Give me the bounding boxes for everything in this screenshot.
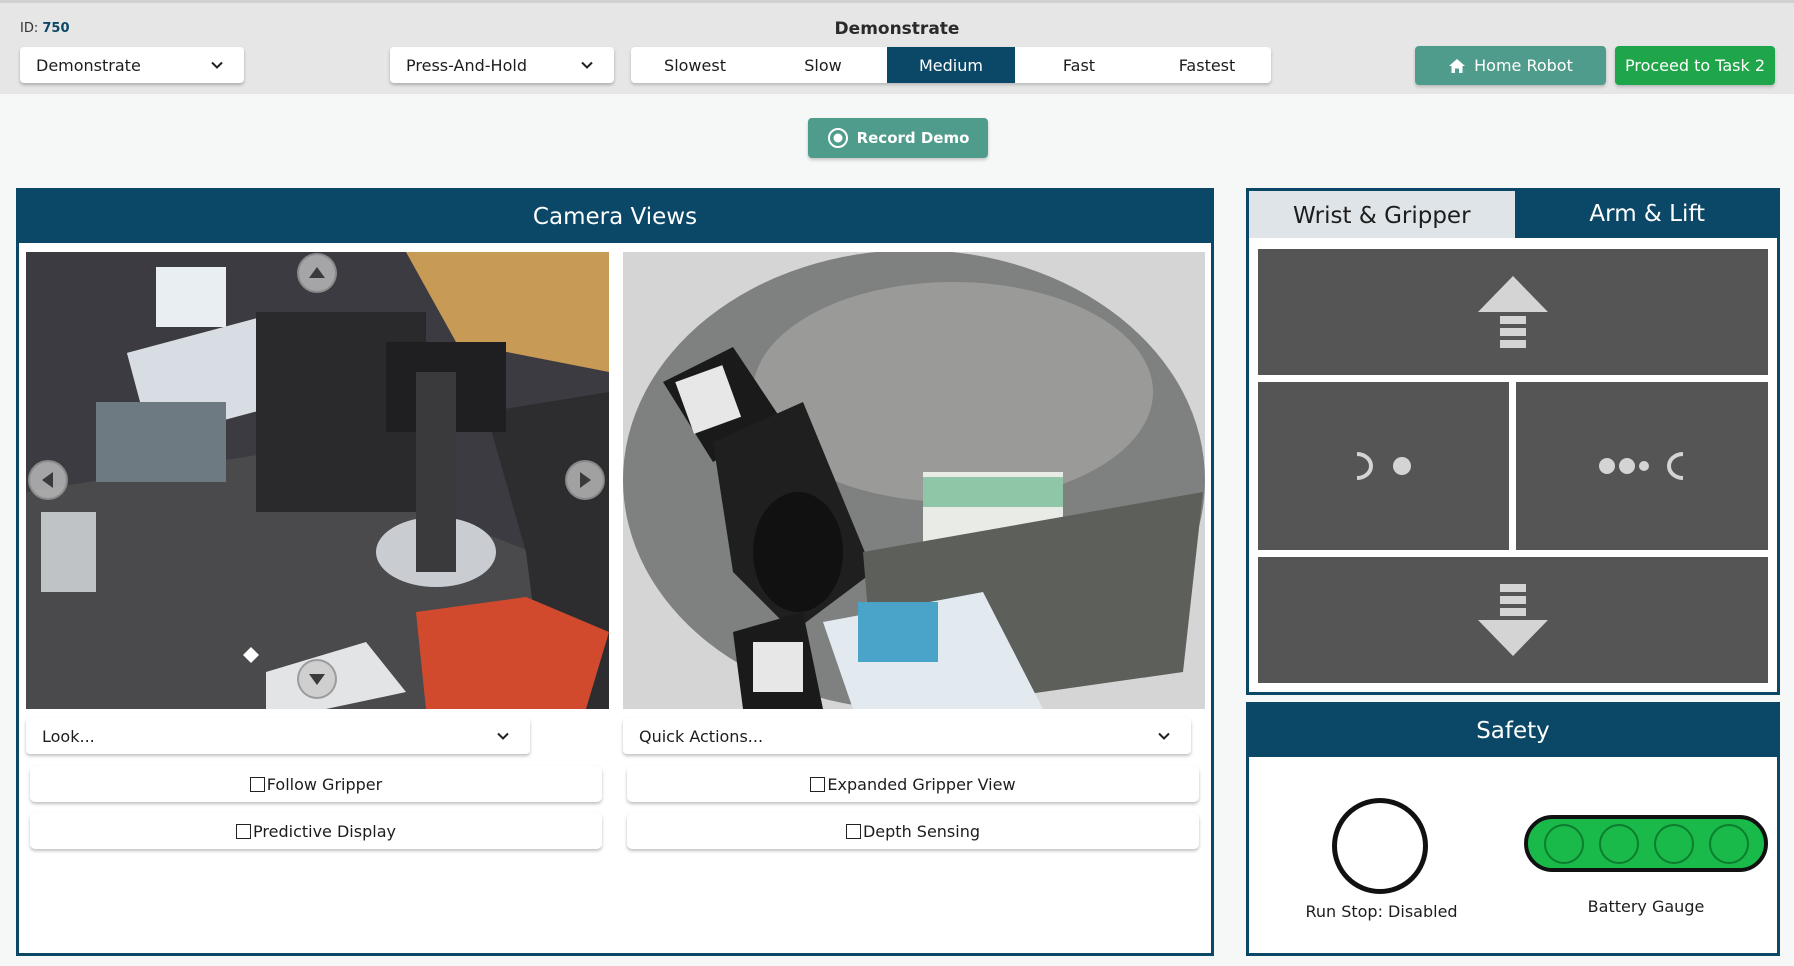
camera-pan-left-button[interactable] — [28, 460, 68, 500]
battery-cell — [1653, 823, 1694, 864]
speed-selector: Slowest Slow Medium Fast Fastest — [631, 47, 1271, 83]
triangle-right-icon — [580, 472, 591, 488]
record-demo-button[interactable]: Record Demo — [808, 118, 988, 158]
look-dropdown[interactable]: Look... — [26, 718, 530, 754]
arm-lift-panel — [1246, 238, 1780, 695]
control-mode-value: Press-And-Hold — [406, 55, 527, 75]
checkbox-icon — [810, 776, 826, 792]
proceed-button[interactable]: Proceed to Task 2 — [1615, 46, 1775, 85]
speed-fast-button[interactable]: Fast — [1015, 47, 1143, 83]
lift-up-button[interactable] — [1258, 249, 1768, 375]
navigation-camera-view[interactable] — [26, 252, 609, 709]
control-mode-dropdown[interactable]: Press-And-Hold — [390, 47, 614, 83]
home-robot-label: Home Robot — [1474, 56, 1573, 75]
battery-cell — [1598, 823, 1639, 864]
arm-extend-icon — [1599, 452, 1684, 480]
arm-retract-button[interactable] — [1258, 382, 1509, 550]
checkbox-icon — [249, 776, 265, 792]
triangle-up-icon — [309, 267, 325, 278]
run-stop-button[interactable] — [1332, 798, 1428, 894]
quick-actions-dropdown[interactable]: Quick Actions... — [623, 718, 1191, 754]
arrow-down-icon — [1478, 584, 1548, 656]
arm-extend-button[interactable] — [1516, 382, 1768, 550]
checkbox-icon — [236, 823, 252, 839]
follow-gripper-toggle[interactable]: Follow Gripper — [30, 766, 602, 802]
navigation-camera-image — [26, 252, 609, 709]
expanded-gripper-view-toggle[interactable]: Expanded Gripper View — [627, 766, 1199, 802]
chevron-down-icon — [581, 61, 593, 69]
camera-pan-up-button[interactable] — [297, 253, 337, 293]
triangle-left-icon — [42, 472, 53, 488]
safety-panel: Safety Run Stop: Disabled Battery Gauge — [1246, 702, 1780, 956]
camera-pan-down-button[interactable] — [297, 659, 337, 699]
record-demo-label: Record Demo — [856, 129, 970, 147]
page-title: Demonstrate — [834, 19, 960, 39]
chevron-down-icon — [211, 61, 223, 69]
triangle-down-icon — [309, 674, 325, 685]
lift-down-button[interactable] — [1258, 557, 1768, 683]
speed-slow-button[interactable]: Slow — [759, 47, 887, 83]
speed-fastest-button[interactable]: Fastest — [1143, 47, 1271, 83]
camera-views-panel: Camera Views Look... Quick Actions... Fo… — [16, 188, 1214, 956]
gripper-camera-image — [623, 252, 1205, 709]
follow-gripper-label: Follow Gripper — [266, 774, 383, 794]
run-stop-label: Run Stop: Disabled — [1305, 902, 1458, 921]
checkbox-icon — [845, 823, 861, 839]
battery-gauge — [1524, 815, 1768, 872]
battery-gauge-label: Battery Gauge — [1587, 897, 1705, 916]
predictive-display-label: Predictive Display — [253, 821, 396, 841]
tab-wrist-gripper[interactable]: Wrist & Gripper — [1246, 188, 1515, 240]
arrow-up-icon — [1478, 276, 1548, 348]
safety-title: Safety — [1249, 705, 1777, 757]
depth-sensing-toggle[interactable]: Depth Sensing — [627, 813, 1199, 849]
depth-sensing-label: Depth Sensing — [862, 821, 981, 841]
tab-arm-lift[interactable]: Arm & Lift — [1514, 188, 1780, 240]
mode-dropdown-value: Demonstrate — [36, 55, 141, 75]
top-bar: ID: 750 Demonstrate Demonstrate Press-An… — [0, 0, 1794, 94]
chevron-down-icon — [1158, 732, 1170, 740]
speed-medium-button[interactable]: Medium — [887, 47, 1015, 83]
arm-control-tabs: Wrist & Gripper Arm & Lift — [1246, 188, 1780, 240]
battery-cell — [1543, 823, 1584, 864]
chevron-down-icon — [497, 732, 509, 740]
gripper-camera-view[interactable] — [623, 252, 1205, 709]
look-dropdown-value: Look... — [42, 726, 95, 746]
battery-cell — [1708, 823, 1749, 864]
expanded-gripper-view-label: Expanded Gripper View — [827, 774, 1016, 794]
speed-slowest-button[interactable]: Slowest — [631, 47, 759, 83]
quick-actions-value: Quick Actions... — [639, 726, 764, 746]
camera-views-title: Camera Views — [19, 191, 1211, 243]
home-icon — [1449, 58, 1466, 73]
camera-pan-right-button[interactable] — [565, 460, 605, 500]
predictive-display-toggle[interactable]: Predictive Display — [30, 813, 602, 849]
mode-dropdown[interactable]: Demonstrate — [20, 47, 244, 83]
record-icon — [827, 128, 848, 148]
home-robot-button[interactable]: Home Robot — [1415, 46, 1606, 85]
arm-retract-icon — [1356, 452, 1411, 480]
